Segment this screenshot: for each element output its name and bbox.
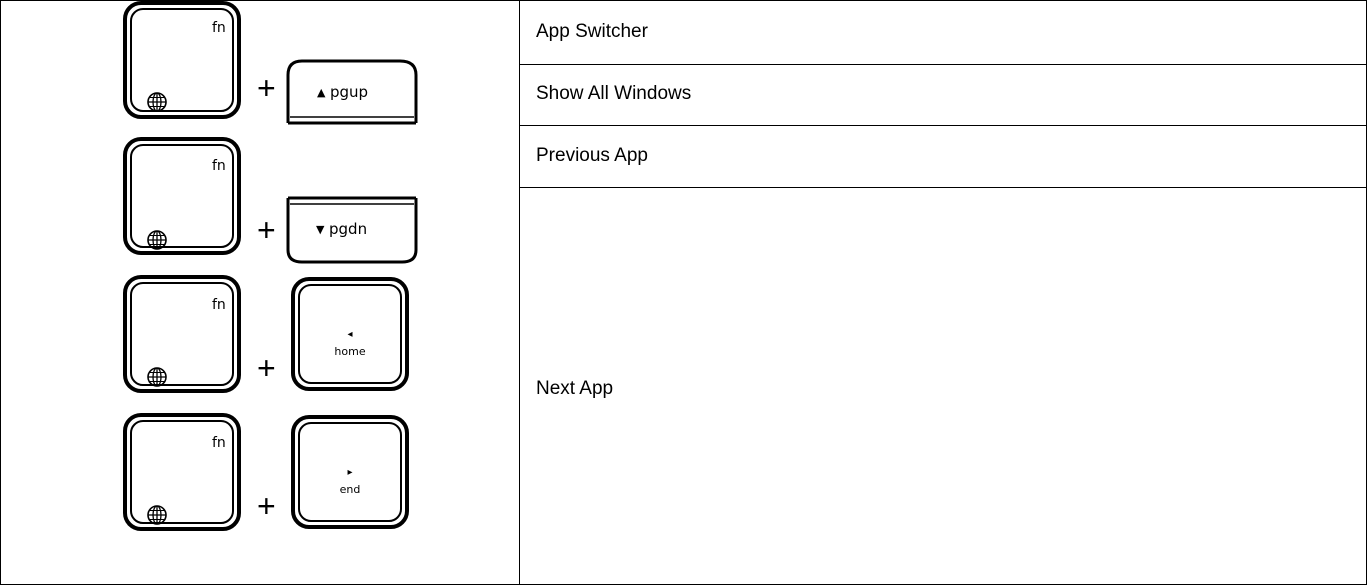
home-key-label: home bbox=[334, 345, 365, 358]
key-combo-home: fn + ◂ home bbox=[120, 275, 420, 393]
description-show-all-windows: Show All Windows bbox=[536, 83, 692, 104]
row-divider bbox=[519, 187, 1367, 188]
fn-key: fn bbox=[123, 413, 241, 531]
key-combo-end: fn + ▸ end bbox=[120, 413, 420, 531]
fn-key: fn bbox=[123, 137, 241, 255]
fn-key-label: fn bbox=[212, 297, 226, 313]
description-previous-app: Previous App bbox=[536, 145, 648, 166]
row-divider bbox=[519, 64, 1367, 65]
plus-sign: + bbox=[257, 350, 276, 386]
fn-key-label: fn bbox=[212, 435, 226, 451]
end-key-label: end bbox=[340, 483, 361, 496]
home-key: ◂ home bbox=[291, 277, 409, 391]
up-triangle-icon: ▲ bbox=[317, 86, 326, 99]
description-app-switcher: App Switcher bbox=[536, 21, 648, 42]
shortcut-table: fn + ▲ pgup fn + ▼ pgdn fn + ◂ home fn +… bbox=[0, 0, 1368, 586]
plus-sign: + bbox=[257, 488, 276, 524]
pgdn-key-label: pgdn bbox=[329, 220, 367, 238]
key-combo-pgdn: fn + ▼ pgdn bbox=[120, 137, 420, 264]
left-triangle-icon: ◂ bbox=[347, 329, 352, 340]
table-border-left bbox=[0, 0, 1, 585]
description-next-app: Next App bbox=[536, 378, 614, 399]
plus-sign: + bbox=[257, 70, 276, 106]
fn-key-label: fn bbox=[212, 20, 226, 36]
table-border-top bbox=[0, 0, 1367, 1]
column-divider bbox=[519, 0, 520, 585]
down-triangle-icon: ▼ bbox=[316, 223, 325, 236]
globe-icon bbox=[147, 505, 167, 525]
row-divider bbox=[519, 125, 1367, 126]
table-border-right bbox=[1366, 0, 1367, 585]
pgdn-key: ▼ pgdn bbox=[286, 196, 418, 264]
plus-sign: + bbox=[257, 212, 276, 248]
fn-key-label: fn bbox=[212, 158, 226, 174]
pgup-key: ▲ pgup bbox=[286, 59, 418, 125]
table-border-bottom bbox=[0, 584, 1367, 585]
key-combo-pgup: fn + ▲ pgup bbox=[120, 1, 420, 125]
end-key: ▸ end bbox=[291, 415, 409, 529]
pgup-key-label: pgup bbox=[330, 83, 368, 101]
globe-icon bbox=[147, 230, 167, 250]
fn-key: fn bbox=[123, 275, 241, 393]
globe-icon bbox=[147, 92, 167, 112]
right-triangle-icon: ▸ bbox=[347, 467, 352, 478]
fn-key: fn bbox=[123, 1, 241, 119]
globe-icon bbox=[147, 367, 167, 387]
